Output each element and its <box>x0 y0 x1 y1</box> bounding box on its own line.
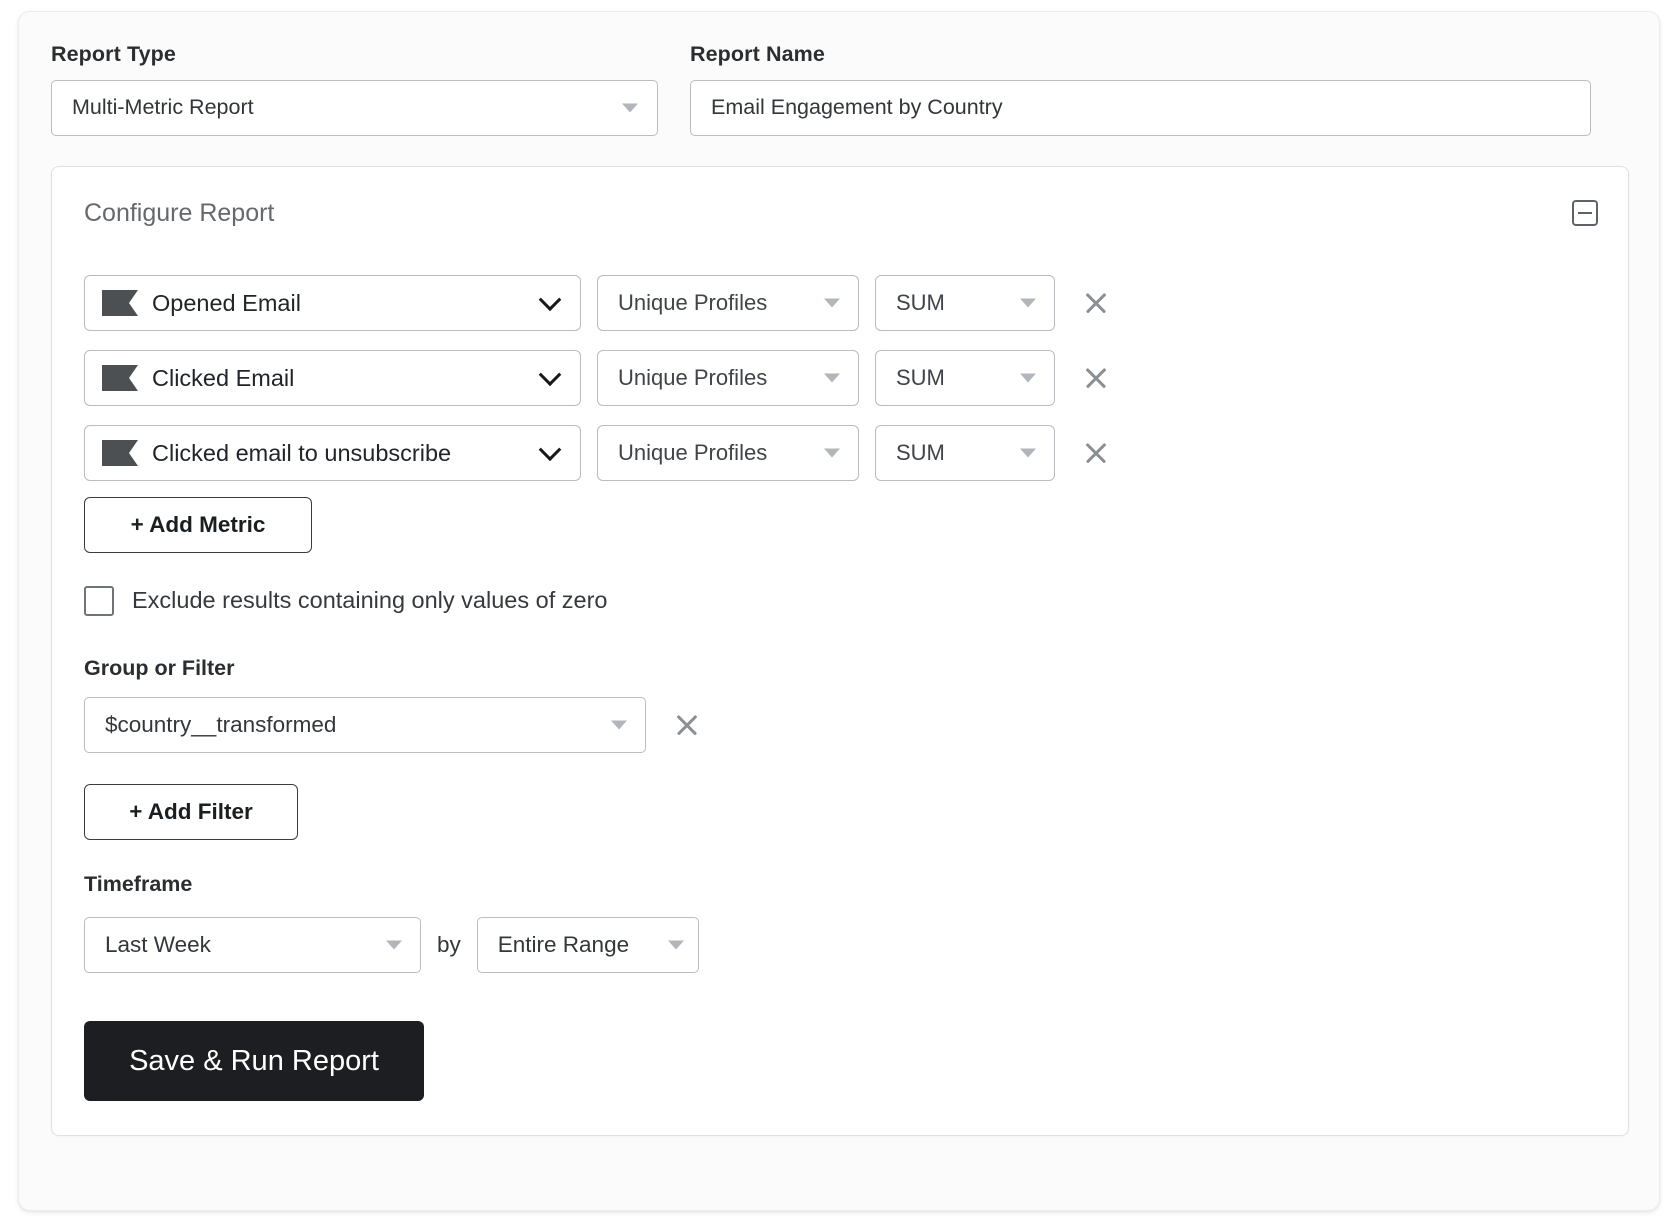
chevron-down-icon <box>824 373 840 383</box>
chevron-down-icon <box>611 720 627 730</box>
report-builder-page: Report Type Multi-Metric Report Report N… <box>0 0 1678 1222</box>
metric-aggregation-value: SUM <box>896 440 945 465</box>
group-or-filter-value: $country__transformed <box>105 712 337 737</box>
metric-measure-value: Unique Profiles <box>618 290 768 315</box>
metric-aggregation-value: SUM <box>896 365 945 390</box>
timeframe-label: Timeframe <box>84 872 193 896</box>
chevron-down-icon <box>824 298 840 308</box>
metric-select[interactable]: Clicked Email <box>84 350 581 406</box>
configure-report-header: Configure Report <box>52 167 1628 259</box>
metric-name: Opened Email <box>152 289 301 316</box>
exclude-zero-row[interactable]: Exclude results containing only values o… <box>84 586 608 616</box>
remove-metric-button[interactable] <box>1081 363 1111 393</box>
report-type-label: Report Type <box>51 42 176 66</box>
timeframe-range-select[interactable]: Last Week <box>84 917 421 973</box>
chevron-down-icon <box>622 103 638 112</box>
add-filter-button[interactable]: + Add Filter <box>84 784 298 840</box>
chevron-down-icon <box>540 440 562 462</box>
remove-metric-button[interactable] <box>1081 438 1111 468</box>
configure-report-title: Configure Report <box>84 198 275 227</box>
exclude-zero-label: Exclude results containing only values o… <box>132 587 608 614</box>
metric-measure-select[interactable]: Unique Profiles <box>597 350 859 406</box>
metric-row: Clicked Email Unique Profiles SUM <box>84 350 1111 406</box>
chevron-down-icon <box>386 940 402 950</box>
group-or-filter-label: Group or Filter <box>84 656 235 680</box>
metric-aggregation-value: SUM <box>896 290 945 315</box>
exclude-zero-checkbox[interactable] <box>84 586 114 616</box>
metric-measure-select[interactable]: Unique Profiles <box>597 425 859 481</box>
chevron-down-icon <box>1020 448 1036 458</box>
metric-select[interactable]: Opened Email <box>84 275 581 331</box>
chevron-down-icon <box>667 940 684 950</box>
metric-measure-value: Unique Profiles <box>618 440 768 465</box>
metric-name: Clicked Email <box>152 364 295 391</box>
flag-icon <box>102 440 138 466</box>
timeframe-row: Last Week by Entire Range <box>84 917 699 973</box>
flag-icon <box>102 365 138 391</box>
timeframe-connector: by <box>437 932 461 957</box>
flag-icon <box>102 290 138 316</box>
report-name-field: Report Name <box>690 42 1591 136</box>
remove-metric-button[interactable] <box>1081 288 1111 318</box>
timeframe-interval-value: Entire Range <box>497 932 630 957</box>
metric-measure-value: Unique Profiles <box>618 365 768 390</box>
group-or-filter-row: $country__transformed <box>84 697 702 753</box>
group-or-filter-select[interactable]: $country__transformed <box>84 697 646 753</box>
metric-aggregation-select[interactable]: SUM <box>875 275 1055 331</box>
minus-bar <box>1578 211 1592 215</box>
chevron-down-icon <box>824 448 840 458</box>
metric-row: Opened Email Unique Profiles SUM <box>84 275 1111 331</box>
report-type-value: Multi-Metric Report <box>72 95 254 119</box>
report-type-field: Report Type Multi-Metric Report <box>51 42 658 136</box>
minus-square-icon[interactable] <box>1572 200 1598 226</box>
chevron-down-icon <box>540 365 562 387</box>
add-metric-button[interactable]: + Add Metric <box>84 497 312 553</box>
timeframe-interval-select[interactable]: Entire Range <box>476 917 699 973</box>
metric-aggregation-select[interactable]: SUM <box>875 425 1055 481</box>
configure-report-panel: Configure Report Opened Email Unique Pro… <box>51 166 1629 1136</box>
metric-measure-select[interactable]: Unique Profiles <box>597 275 859 331</box>
metric-row: Clicked email to unsubscribe Unique Prof… <box>84 425 1111 481</box>
metric-name: Clicked email to unsubscribe <box>152 439 452 466</box>
chevron-down-icon <box>1020 298 1036 308</box>
report-name-label: Report Name <box>690 42 825 66</box>
report-name-input[interactable] <box>690 79 1591 136</box>
report-type-select[interactable]: Multi-Metric Report <box>51 79 658 136</box>
chevron-down-icon <box>1020 373 1036 383</box>
timeframe-range-value: Last Week <box>105 932 211 957</box>
report-builder-card: Report Type Multi-Metric Report Report N… <box>18 11 1660 1211</box>
save-and-run-report-button[interactable]: Save & Run Report <box>84 1021 424 1101</box>
chevron-down-icon <box>540 290 562 312</box>
metric-select[interactable]: Clicked email to unsubscribe <box>84 425 581 481</box>
metric-aggregation-select[interactable]: SUM <box>875 350 1055 406</box>
metrics-list: Opened Email Unique Profiles SUM Clicked… <box>84 275 1111 500</box>
report-meta-row: Report Type Multi-Metric Report Report N… <box>51 42 1629 136</box>
remove-filter-button[interactable] <box>672 710 702 740</box>
